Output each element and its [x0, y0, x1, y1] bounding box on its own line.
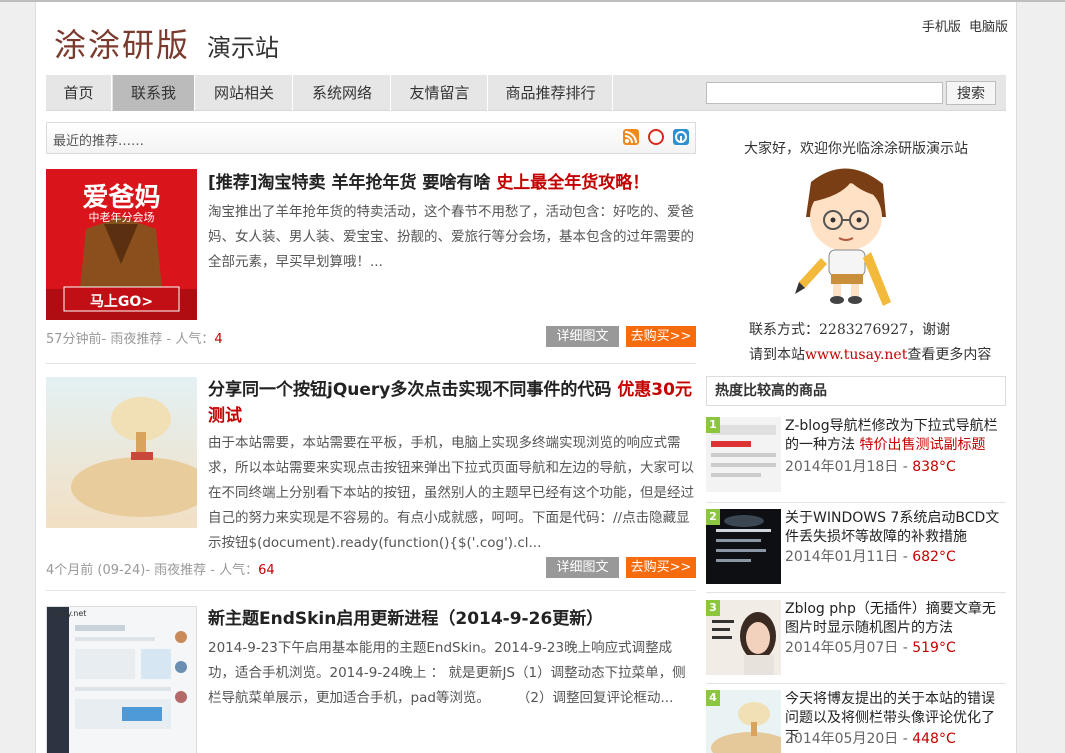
- post-excerpt: 由于本站需要，本站需要在平板，手机，电脑上实现多终端实现浏览的响应式需求，所以本…: [208, 435, 694, 551]
- rank-badge: 2: [706, 509, 720, 525]
- hot-divider: [706, 592, 1006, 593]
- hot-thumbnail[interactable]: 4: [706, 690, 781, 753]
- post-title[interactable]: [推荐]淘宝特卖 羊年抢年货 要啥有啥 史上最全年货攻略！: [208, 170, 698, 196]
- nav-item-network[interactable]: 系统网络: [294, 75, 391, 111]
- hot-item-date: 2014年01月18日 - 838°C: [785, 459, 956, 475]
- post-thumbnail[interactable]: [46, 377, 197, 528]
- hot-item-title[interactable]: 关于WINDOWS 7系统启动BCD文件丢失损坏等故障的补救措施: [785, 509, 1007, 547]
- avatar: [791, 162, 901, 307]
- feed-icons: [619, 129, 689, 147]
- hot-divider: [706, 502, 1006, 503]
- post-views: 64: [258, 563, 275, 578]
- hot-item-date: 2014年05月20日 - 448°C: [785, 731, 956, 747]
- thumb-text-sub: 中老年分会场: [88, 211, 155, 224]
- contact-line: 联系方式：2283276927，谢谢: [749, 322, 951, 338]
- detail-button[interactable]: 详细图文: [546, 557, 619, 578]
- nav-item-home[interactable]: 首页: [46, 75, 112, 111]
- post-divider: [46, 363, 696, 364]
- rank-badge: 3: [706, 600, 720, 616]
- post-title-highlight: 史上最全年货攻略！: [496, 173, 650, 193]
- weibo-icon[interactable]: [647, 129, 664, 145]
- recent-bar: 最近的推荐……: [46, 122, 696, 154]
- post-title[interactable]: 新主题EndSkin启用更新进程（2014-9-26更新）: [208, 606, 698, 632]
- hot-item: 4 今天将博友提出的关于本站的错误问题以及将侧栏带头像评论优化了下 2014年0…: [706, 690, 1006, 753]
- view-switch: 手机版 电脑版: [918, 16, 1008, 35]
- post-thumbnail[interactable]: 爱爸妈 中老年分会场 马上GO>: [46, 169, 197, 320]
- thumb-text-main: Tulley.net: [49, 609, 87, 618]
- post-views: 4: [214, 332, 223, 347]
- hot-thumbnail[interactable]: 3: [706, 600, 781, 675]
- recent-label: 最近的推荐……: [53, 134, 145, 149]
- search-button[interactable]: 搜索: [946, 81, 996, 105]
- site-link[interactable]: www.tusay.net: [805, 347, 907, 363]
- post-meta: 57分钟前- 雨夜推荐 - 人气：4: [46, 332, 223, 347]
- search-input[interactable]: [706, 82, 943, 104]
- site-logo-subtitle: 演示站: [207, 34, 279, 62]
- detail-button[interactable]: 详细图文: [546, 326, 619, 347]
- post-item: Tulley.net 新主题EndSkin启用更新进程（2014-9-26更新）…: [46, 606, 696, 753]
- site-logo-title[interactable]: 涂涂研版: [54, 20, 190, 66]
- mobile-view-link[interactable]: 手机版: [922, 20, 961, 35]
- post-excerpt: 2014-9-23下午启用基本能用的主题EndSkin。2014-9-23晚上响…: [208, 640, 686, 706]
- hot-item-title[interactable]: Z-blog导航栏修改为下拉式导航栏的一种方法 特价出售测试副标题: [785, 417, 1007, 455]
- welcome-text: 大家好，欢迎你光临涂涂研版演示站: [744, 141, 968, 157]
- nav-item-guestbook[interactable]: 友情留言: [392, 75, 488, 111]
- visit-line: 请到本站www.tusay.net查看更多内容: [749, 347, 992, 363]
- hot-thumbnail[interactable]: 1: [706, 417, 781, 492]
- hot-item: 1 Z-blog导航栏修改为下拉式导航栏的一种方法 特价出售测试副标题 2014…: [706, 417, 1006, 507]
- hot-item: 3 Zblog php（无插件）摘要文章无图片时显示随机图片的方法 2014年0…: [706, 600, 1006, 690]
- hot-divider: [706, 683, 1006, 684]
- hot-item: 2 关于WINDOWS 7系统启动BCD文件丢失损坏等故障的补救措施 2014年…: [706, 509, 1006, 599]
- desktop-view-link[interactable]: 电脑版: [969, 20, 1008, 35]
- site-header: 涂涂研版 演示站 手机版 电脑版: [36, 2, 1016, 74]
- thumb-text-go: 马上GO>: [89, 294, 154, 310]
- hot-item-title[interactable]: Zblog php（无插件）摘要文章无图片时显示随机图片的方法: [785, 600, 1007, 638]
- hot-item-date: 2014年01月11日 - 682°C: [785, 549, 956, 565]
- rank-badge: 4: [706, 690, 720, 706]
- post-divider: [46, 590, 696, 591]
- hot-item-date: 2014年05月07日 - 519°C: [785, 640, 956, 656]
- qzone-icon[interactable]: [673, 129, 689, 145]
- post-item: 爱爸妈 中老年分会场 马上GO> [推荐]淘宝特卖 羊年抢年货 要啥有啥 史上最…: [46, 169, 696, 354]
- contact-info: 联系方式：2283276927，谢谢 请到本站www.tusay.net查看更多…: [749, 318, 991, 368]
- nav-item-contact[interactable]: 联系我: [113, 75, 195, 111]
- main-nav: 首页 联系我 网站相关 系统网络 友情留言 商品推荐排行 搜索: [46, 75, 1006, 111]
- nav-item-ranking[interactable]: 商品推荐排行: [489, 75, 613, 111]
- post-title[interactable]: 分享同一个按钮jQuery多次点击实现不同事件的代码 优惠30元测试: [208, 377, 698, 429]
- post-meta: 4个月前 (09-24)- 雨夜推荐 - 人气：64: [46, 563, 275, 578]
- rss-icon[interactable]: [622, 129, 639, 145]
- post-excerpt: 淘宝推出了羊年抢年货的特卖活动，这个春节不用愁了，活动包含：好吃的、爱爸妈、女人…: [208, 204, 694, 270]
- buy-button[interactable]: 去购买>>: [626, 326, 696, 347]
- hot-thumbnail[interactable]: 2: [706, 509, 781, 584]
- page-container: 涂涂研版 演示站 手机版 电脑版 首页 联系我 网站相关 系统网络 友情留言 商…: [35, 2, 1017, 753]
- hot-products-heading: 热度比较高的商品: [706, 376, 1006, 406]
- rank-badge: 1: [706, 417, 720, 433]
- nav-item-site[interactable]: 网站相关: [196, 75, 293, 111]
- post-item: 分享同一个按钮jQuery多次点击实现不同事件的代码 优惠30元测试 由于本站需…: [46, 377, 698, 578]
- buy-button[interactable]: 去购买>>: [626, 557, 696, 578]
- post-thumbnail[interactable]: Tulley.net: [46, 606, 197, 753]
